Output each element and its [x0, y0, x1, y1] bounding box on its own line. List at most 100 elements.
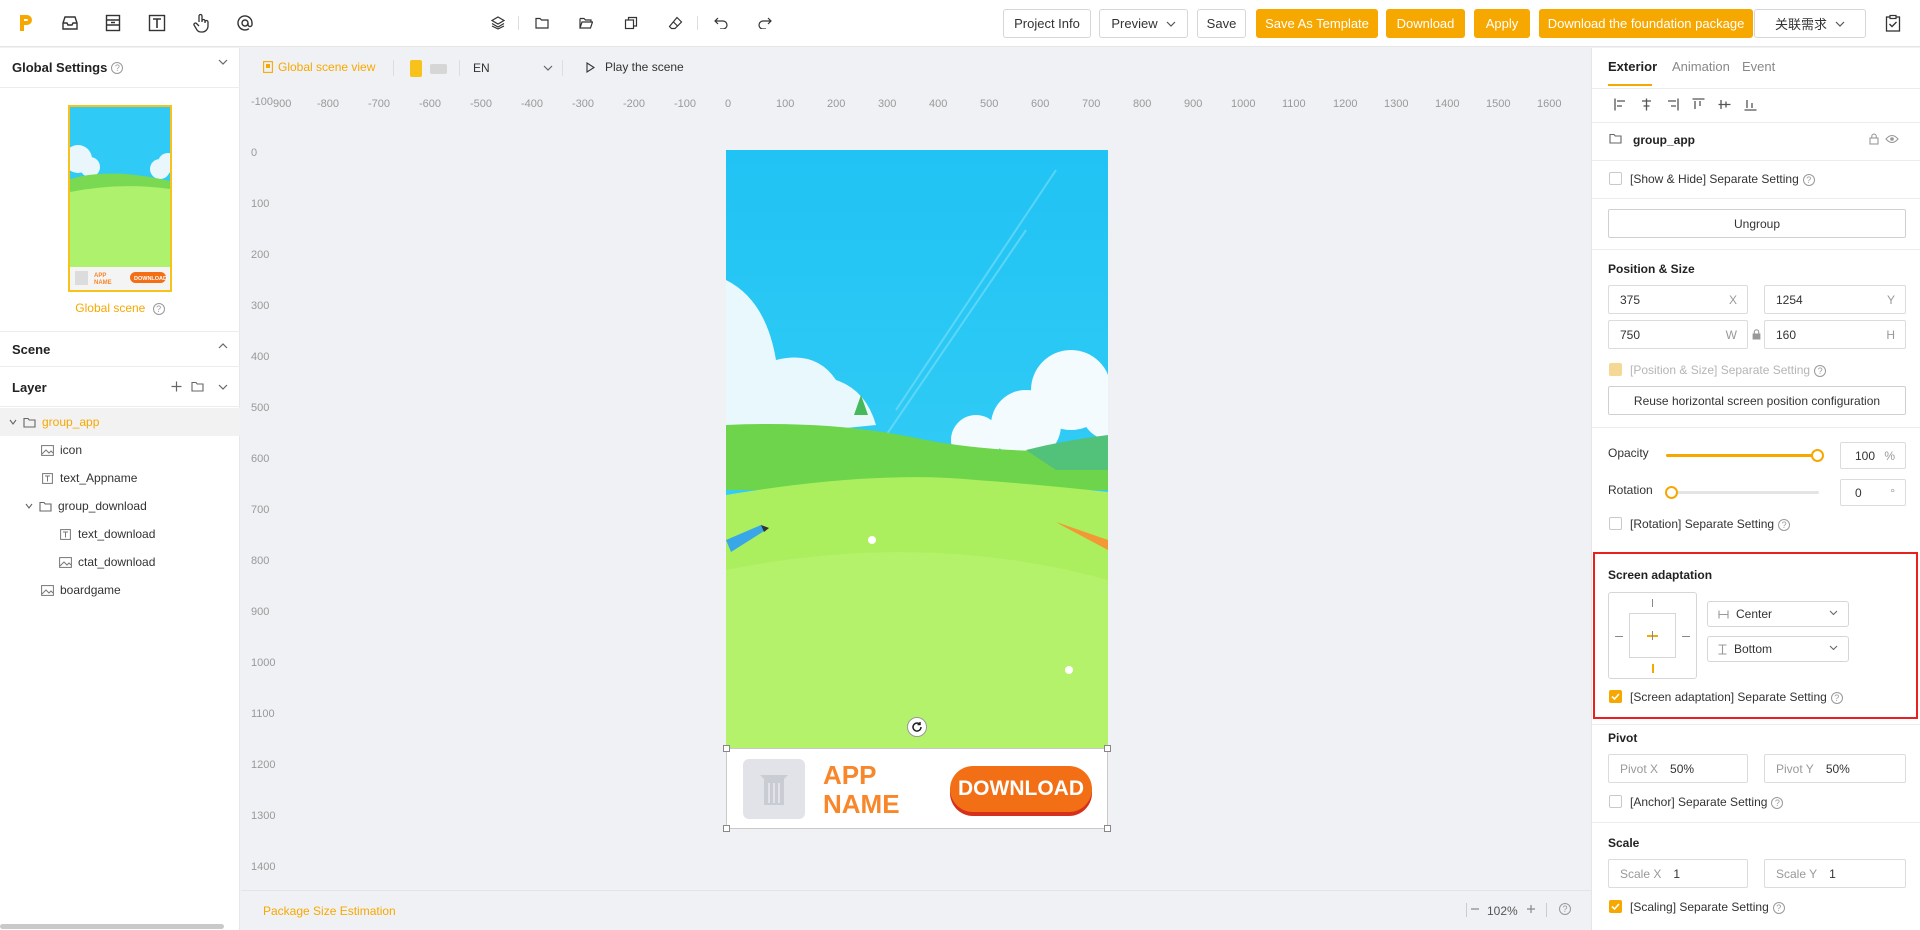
download-cta-button[interactable]: DOWNLOAD [950, 766, 1092, 812]
project-info-button[interactable]: Project Info [1003, 9, 1091, 38]
touch-tool-icon[interactable] [190, 12, 212, 34]
global-settings-header[interactable]: Global Settings ? [0, 48, 240, 88]
help-icon[interactable]: ? [1778, 519, 1791, 531]
vertical-align-select[interactable]: Bottom [1707, 636, 1849, 662]
download-foundation-button[interactable]: Download the foundation package [1539, 9, 1753, 38]
download-button[interactable]: Download [1386, 9, 1465, 38]
layer-boardgame[interactable]: boardgame [0, 576, 240, 604]
portrait-mode-toggle[interactable] [410, 60, 422, 77]
layers-icon[interactable] [487, 12, 509, 34]
caret-down-icon[interactable] [8, 416, 18, 428]
resize-handle[interactable] [1104, 825, 1111, 832]
align-center-h-icon[interactable] [1640, 98, 1653, 111]
preview-button[interactable]: Preview [1099, 9, 1188, 38]
help-icon[interactable]: ? [1771, 797, 1784, 809]
chevron-down-icon[interactable] [218, 59, 228, 65]
folder-icon[interactable] [531, 12, 553, 34]
align-right-icon[interactable] [1666, 98, 1679, 111]
mention-icon[interactable] [234, 12, 256, 34]
game-scene[interactable] [726, 150, 1108, 748]
text-tool-icon[interactable] [146, 12, 168, 34]
reuse-horizontal-button[interactable]: Reuse horizontal screen position configu… [1608, 386, 1906, 415]
landscape-mode-toggle[interactable] [430, 64, 447, 74]
eye-icon[interactable] [1885, 134, 1899, 144]
anchor-left-line[interactable] [1615, 636, 1623, 637]
x-input[interactable]: 375 X [1608, 285, 1748, 314]
apply-button[interactable]: Apply [1474, 9, 1530, 38]
rotation-input[interactable]: 0 ° [1840, 479, 1906, 506]
horizontal-scrollbar[interactable] [0, 924, 224, 929]
save-as-template-button[interactable]: Save As Template [1256, 9, 1378, 38]
anchor-widget[interactable] [1608, 592, 1697, 679]
folder-open-icon[interactable] [575, 12, 597, 34]
clipboard-check-icon[interactable] [1882, 12, 1904, 34]
horizontal-align-select[interactable]: Center [1707, 601, 1849, 627]
requirements-dropdown[interactable]: 关联需求 [1754, 9, 1866, 38]
help-icon[interactable]: ? [1559, 903, 1571, 915]
align-left-icon[interactable] [1614, 98, 1627, 111]
rotate-handle-icon[interactable] [907, 717, 927, 737]
align-center-v-icon[interactable] [1718, 98, 1731, 111]
lock-icon[interactable] [1869, 133, 1879, 145]
opacity-slider-handle[interactable] [1811, 449, 1824, 462]
undo-icon[interactable] [710, 12, 732, 34]
language-select[interactable]: EN [473, 61, 553, 75]
resize-handle[interactable] [1104, 745, 1111, 752]
opacity-input[interactable]: 100% [1840, 442, 1906, 469]
add-folder-icon[interactable] [191, 381, 204, 392]
help-icon[interactable]: ? [111, 61, 124, 74]
zoom-level[interactable]: 102% [1487, 904, 1518, 918]
help-icon[interactable]: ? [1802, 174, 1815, 186]
lock-ratio-icon[interactable] [1752, 329, 1761, 340]
rotation-slider-handle[interactable] [1665, 486, 1678, 499]
layer-group-app[interactable]: group_app [0, 408, 240, 436]
selected-group-app[interactable]: APP NAME DOWNLOAD [723, 745, 1111, 832]
app-name-text[interactable]: APP NAME [823, 761, 900, 819]
y-input[interactable]: 1254 Y [1764, 285, 1906, 314]
anchor-right-line[interactable] [1682, 636, 1690, 637]
layer-text-download[interactable]: text_download [0, 520, 240, 548]
chevron-down-icon[interactable] [218, 384, 228, 390]
scene-section-header[interactable]: Scene [0, 331, 240, 367]
tab-event[interactable]: Event [1742, 59, 1775, 74]
help-icon[interactable]: ? [152, 303, 165, 315]
screen-adaptation-separate-checkbox[interactable] [1609, 690, 1622, 703]
pivot-y-input[interactable]: Pivot Y 50% [1764, 754, 1906, 783]
layer-group-download[interactable]: group_download [0, 492, 240, 520]
help-icon[interactable]: ? [1772, 902, 1785, 914]
scaling-separate-checkbox[interactable] [1609, 900, 1622, 913]
layer-icon[interactable]: icon [0, 436, 240, 464]
resize-handle[interactable] [723, 825, 730, 832]
eraser-icon[interactable] [664, 12, 686, 34]
help-icon[interactable]: ? [1830, 692, 1843, 704]
chevron-up-icon[interactable] [218, 343, 228, 349]
layer-text-appname[interactable]: text_Appname [0, 464, 240, 492]
zoom-out-icon[interactable] [1470, 902, 1480, 916]
scale-y-input[interactable]: Scale Y 1 [1764, 859, 1906, 888]
align-bottom-icon[interactable] [1744, 98, 1757, 111]
height-input[interactable]: 160 H [1764, 320, 1906, 349]
scale-x-input[interactable]: Scale X 1 [1608, 859, 1748, 888]
anchor-top-line[interactable] [1652, 599, 1653, 607]
package-size-link[interactable]: Package Size Estimation [263, 904, 396, 918]
tab-exterior[interactable]: Exterior [1608, 59, 1657, 74]
anchor-separate-checkbox[interactable] [1609, 795, 1622, 808]
caret-down-icon[interactable] [24, 500, 34, 512]
align-top-icon[interactable] [1692, 98, 1705, 111]
app-icon-placeholder[interactable] [743, 759, 805, 819]
ungroup-button[interactable]: Ungroup [1608, 209, 1906, 238]
save-button[interactable]: Save [1197, 9, 1246, 38]
inbox-icon[interactable] [59, 12, 81, 34]
zoom-in-icon[interactable] [1526, 902, 1536, 916]
show-hide-separate-checkbox[interactable] [1609, 172, 1622, 185]
rotation-slider-track[interactable] [1665, 486, 1819, 499]
layout-icon[interactable] [102, 12, 124, 34]
width-input[interactable]: 750 W [1608, 320, 1748, 349]
resize-handle[interactable] [723, 745, 730, 752]
tab-animation[interactable]: Animation [1672, 59, 1730, 74]
global-scene-view-toggle[interactable]: Global scene view [263, 60, 375, 74]
redo-icon[interactable] [754, 12, 776, 34]
copy-icon[interactable] [620, 12, 642, 34]
add-layer-icon[interactable] [171, 381, 182, 392]
anchor-bottom-line[interactable] [1652, 664, 1654, 673]
